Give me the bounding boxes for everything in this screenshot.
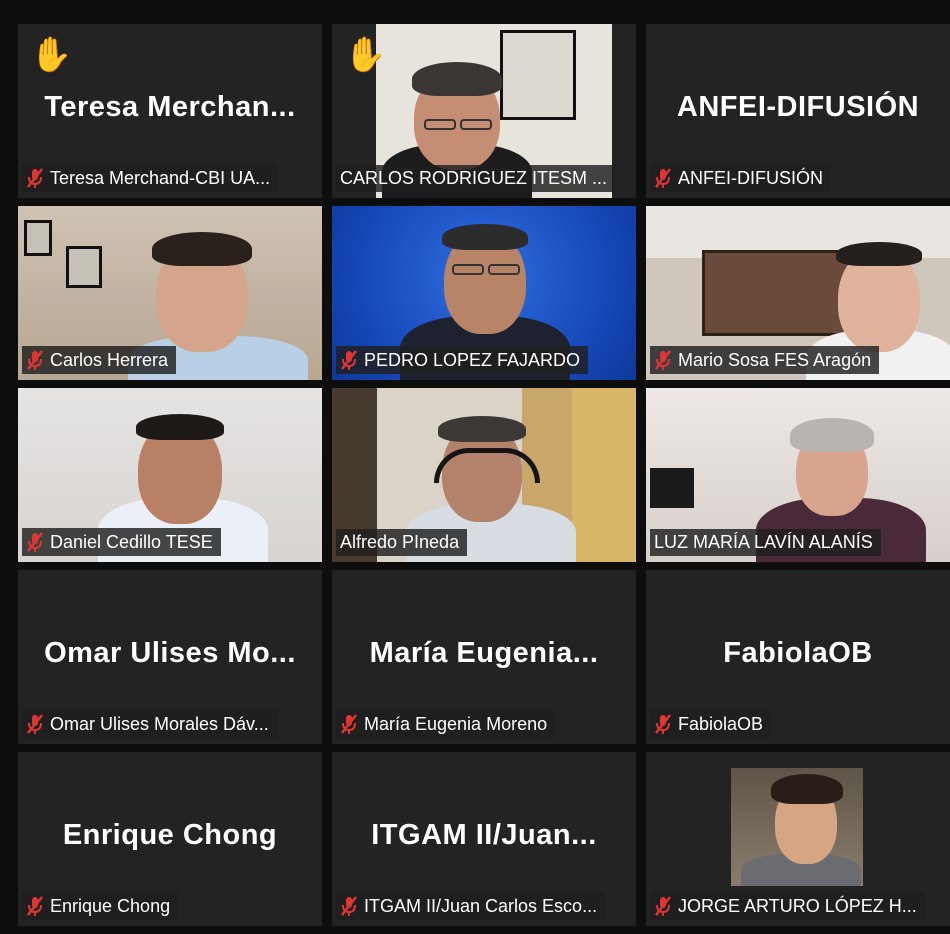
participant-name: Omar Ulises Morales Dáv...: [50, 713, 269, 734]
participant-tile-jorge-arturo[interactable]: JORGE ARTURO LÓPEZ H...: [646, 752, 950, 926]
muted-microphone-icon: [655, 896, 671, 916]
muted-microphone-icon: [27, 896, 43, 916]
participant-tile-daniel-cedillo[interactable]: Daniel Cedillo TESE: [18, 388, 322, 562]
participant-tile-carlos-herrera[interactable]: Carlos Herrera: [18, 206, 322, 380]
participant-name-label: Carlos Herrera: [22, 346, 177, 374]
wall-picture: [24, 220, 52, 256]
participant-display-name: Enrique Chong: [62, 819, 278, 852]
participant-display-name: ANFEI-DIFUSIÓN: [676, 91, 920, 124]
participant-tile-itgam[interactable]: ITGAM II/Juan... ITGAM II/Juan Carlos Es…: [332, 752, 636, 926]
cabinet: [702, 250, 858, 336]
raised-hand-icon: ✋: [30, 36, 73, 74]
profile-picture: [731, 768, 863, 886]
participant-name-label: JORGE ARTURO LÓPEZ H...: [650, 892, 925, 920]
muted-microphone-icon: [655, 168, 671, 188]
participant-name: LUZ MARÍA LAVÍN ALANÍS: [654, 532, 873, 552]
participant-name-label: ANFEI-DIFUSIÓN: [650, 164, 832, 192]
participant-name: Carlos Herrera: [50, 349, 169, 370]
participant-name-label: FabiolaOB: [650, 710, 772, 738]
participant-tile-alfredo-pineda[interactable]: Alfredo PIneda: [332, 388, 636, 562]
participant-display-name: FabiolaOB: [723, 637, 873, 670]
muted-microphone-icon: [27, 168, 43, 188]
participant-name: JORGE ARTURO LÓPEZ H...: [678, 895, 917, 916]
muted-microphone-icon: [341, 896, 357, 916]
muted-microphone-icon: [655, 714, 671, 734]
participant-tile-maria-eugenia[interactable]: María Eugenia... María Eugenia Moreno: [332, 570, 636, 744]
gallery-view: ✋ Teresa Merchan... Teresa Merchand-CBI …: [18, 24, 950, 926]
participant-name-label: Enrique Chong: [22, 892, 179, 920]
participant-name-label: María Eugenia Moreno: [336, 710, 556, 738]
raised-hand-icon: ✋: [344, 36, 387, 74]
participant-name: María Eugenia Moreno: [364, 713, 548, 734]
participant-name: Daniel Cedillo TESE: [50, 531, 213, 552]
participant-tile-teresa[interactable]: ✋ Teresa Merchan... Teresa Merchand-CBI …: [18, 24, 322, 198]
participant-tile-enrique-chong[interactable]: Enrique Chong Enrique Chong: [18, 752, 322, 926]
participant-name-label: Alfredo PIneda: [336, 529, 468, 556]
participant-tile-pedro-lopez[interactable]: PEDRO LOPEZ FAJARDO: [332, 206, 636, 380]
participant-tile-luz-maria[interactable]: LUZ MARÍA LAVÍN ALANÍS: [646, 388, 950, 562]
participant-tile-omar-ulises[interactable]: Omar Ulises Mo... Omar Ulises Morales Dá…: [18, 570, 322, 744]
participant-name: Teresa Merchand-CBI UA...: [50, 167, 271, 188]
participant-name-label: Mario Sosa FES Aragón: [650, 346, 880, 374]
participant-name-label: CARLOS RODRIGUEZ ITESM ...: [336, 165, 616, 192]
wall-picture: [66, 246, 102, 288]
participant-display-name: ITGAM II/Juan...: [371, 819, 597, 852]
muted-microphone-icon: [341, 714, 357, 734]
wall-picture: [500, 30, 576, 120]
participant-name-label: Teresa Merchand-CBI UA...: [22, 164, 279, 192]
participant-name: Mario Sosa FES Aragón: [678, 349, 872, 370]
participant-display-name: Teresa Merchan...: [44, 91, 296, 124]
participant-name: Alfredo PIneda: [340, 532, 460, 552]
participant-tile-mario-sosa[interactable]: Mario Sosa FES Aragón: [646, 206, 950, 380]
participant-tile-carlos-rodriguez[interactable]: ✋ CARLOS RODRIGUEZ ITESM ...: [332, 24, 636, 198]
participant-tile-anfei[interactable]: ANFEI-DIFUSIÓN ANFEI-DIFUSIÓN: [646, 24, 950, 198]
participant-name: Enrique Chong: [50, 895, 171, 916]
participant-name: CARLOS RODRIGUEZ ITESM ...: [340, 168, 608, 188]
participant-tile-fabiolaob[interactable]: FabiolaOB FabiolaOB: [646, 570, 950, 744]
muted-microphone-icon: [27, 532, 43, 552]
participant-name: ITGAM II/Juan Carlos Esco...: [364, 895, 598, 916]
participant-display-name: María Eugenia...: [369, 637, 599, 670]
monitor: [650, 468, 694, 508]
participant-name-label: LUZ MARÍA LAVÍN ALANÍS: [650, 529, 881, 556]
participant-name: ANFEI-DIFUSIÓN: [678, 167, 824, 188]
participant-name-label: PEDRO LOPEZ FAJARDO: [336, 346, 589, 374]
participant-name-label: Daniel Cedillo TESE: [22, 528, 221, 556]
participant-name: PEDRO LOPEZ FAJARDO: [364, 349, 581, 370]
muted-microphone-icon: [341, 350, 357, 370]
participant-name-label: ITGAM II/Juan Carlos Esco...: [336, 892, 606, 920]
muted-microphone-icon: [27, 350, 43, 370]
participant-name-label: Omar Ulises Morales Dáv...: [22, 710, 277, 738]
participant-display-name: Omar Ulises Mo...: [44, 637, 296, 670]
muted-microphone-icon: [27, 714, 43, 734]
participant-name: FabiolaOB: [678, 713, 764, 734]
muted-microphone-icon: [655, 350, 671, 370]
